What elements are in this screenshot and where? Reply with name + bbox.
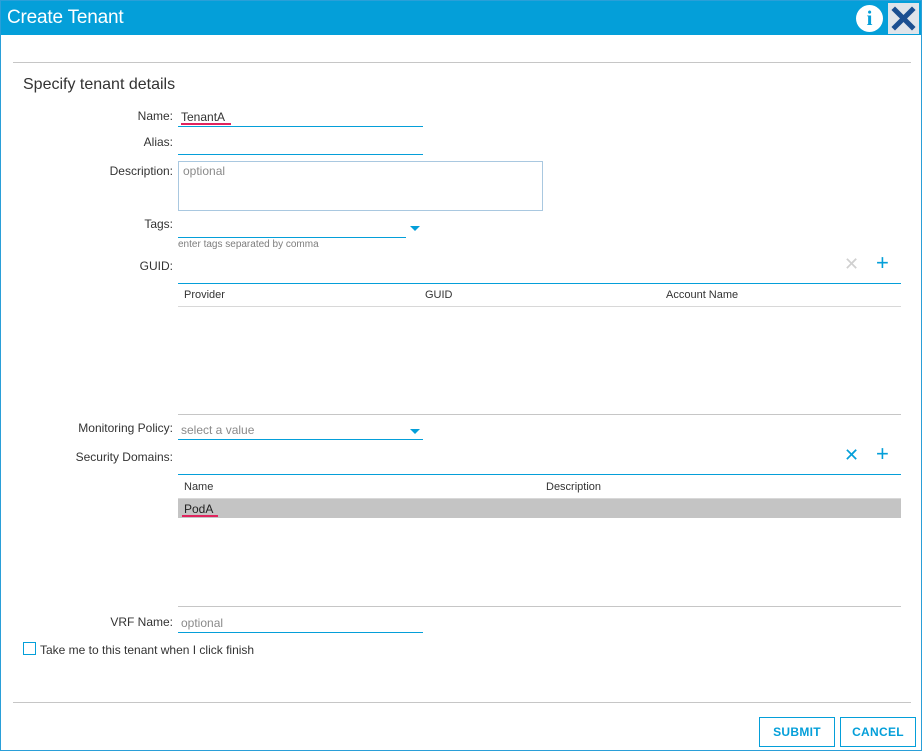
section-title: Specify tenant details <box>23 76 176 93</box>
close-icon[interactable] <box>888 3 919 34</box>
monitoring-policy-select[interactable]: select a value <box>178 420 423 440</box>
vrf-name-label: VRF Name: <box>110 615 173 629</box>
take-me-label[interactable]: Take me to this tenant when I click fini… <box>40 643 254 657</box>
monitoring-policy-label: Monitoring Policy: <box>78 421 173 435</box>
name-label: Name: <box>137 109 173 123</box>
security-domains-col-name[interactable]: Name <box>184 481 213 493</box>
table-row[interactable] <box>178 499 901 518</box>
guid-table-bottom-border <box>178 414 901 415</box>
name-annotation-underline <box>181 123 231 125</box>
tags-input[interactable] <box>178 218 406 238</box>
bottom-divider <box>13 702 911 703</box>
guid-table-header-border <box>178 306 901 307</box>
guid-table-top-border <box>178 283 901 284</box>
security-domains-col-description[interactable]: Description <box>546 481 601 493</box>
guid-col-provider[interactable]: Provider <box>184 289 225 301</box>
cancel-button[interactable]: CANCEL <box>840 717 916 747</box>
security-domains-table-bottom-border <box>178 606 901 607</box>
security-domains-table-top-border <box>178 474 901 475</box>
guid-delete-x-icon[interactable]: ✕ <box>844 255 859 273</box>
vrf-name-input[interactable]: optional <box>178 613 423 633</box>
dialog-title: Create Tenant <box>7 7 124 28</box>
security-domains-delete-x-icon[interactable]: ✕ <box>844 446 859 464</box>
top-divider <box>13 62 911 63</box>
guid-add-plus-icon[interactable]: + <box>876 252 889 274</box>
guid-label: GUID: <box>139 259 173 273</box>
info-icon[interactable]: i <box>856 5 883 32</box>
title-bar: Create Tenant i <box>1 1 921 35</box>
tags-chevron-down-icon[interactable] <box>410 226 420 231</box>
security-domain-name-cell[interactable]: PodA <box>184 502 213 516</box>
tags-hint: enter tags separated by comma <box>178 239 319 250</box>
submit-button[interactable]: SUBMIT <box>759 717 835 747</box>
guid-col-account-name[interactable]: Account Name <box>666 289 738 301</box>
poda-annotation-underline <box>182 515 218 517</box>
alias-input[interactable] <box>178 135 423 155</box>
tags-label: Tags: <box>144 217 173 231</box>
alias-label: Alias: <box>143 135 173 149</box>
create-tenant-dialog: Create Tenant i Specify tenant details N… <box>0 0 922 751</box>
monitoring-policy-chevron-down-icon[interactable] <box>410 429 420 434</box>
security-domains-add-plus-icon[interactable]: + <box>876 443 889 465</box>
security-domains-label: Security Domains: <box>75 450 173 464</box>
description-textarea[interactable]: optional <box>178 161 543 211</box>
description-label: Description: <box>109 164 173 178</box>
take-me-checkbox[interactable] <box>23 642 36 655</box>
guid-col-guid[interactable]: GUID <box>425 289 453 301</box>
